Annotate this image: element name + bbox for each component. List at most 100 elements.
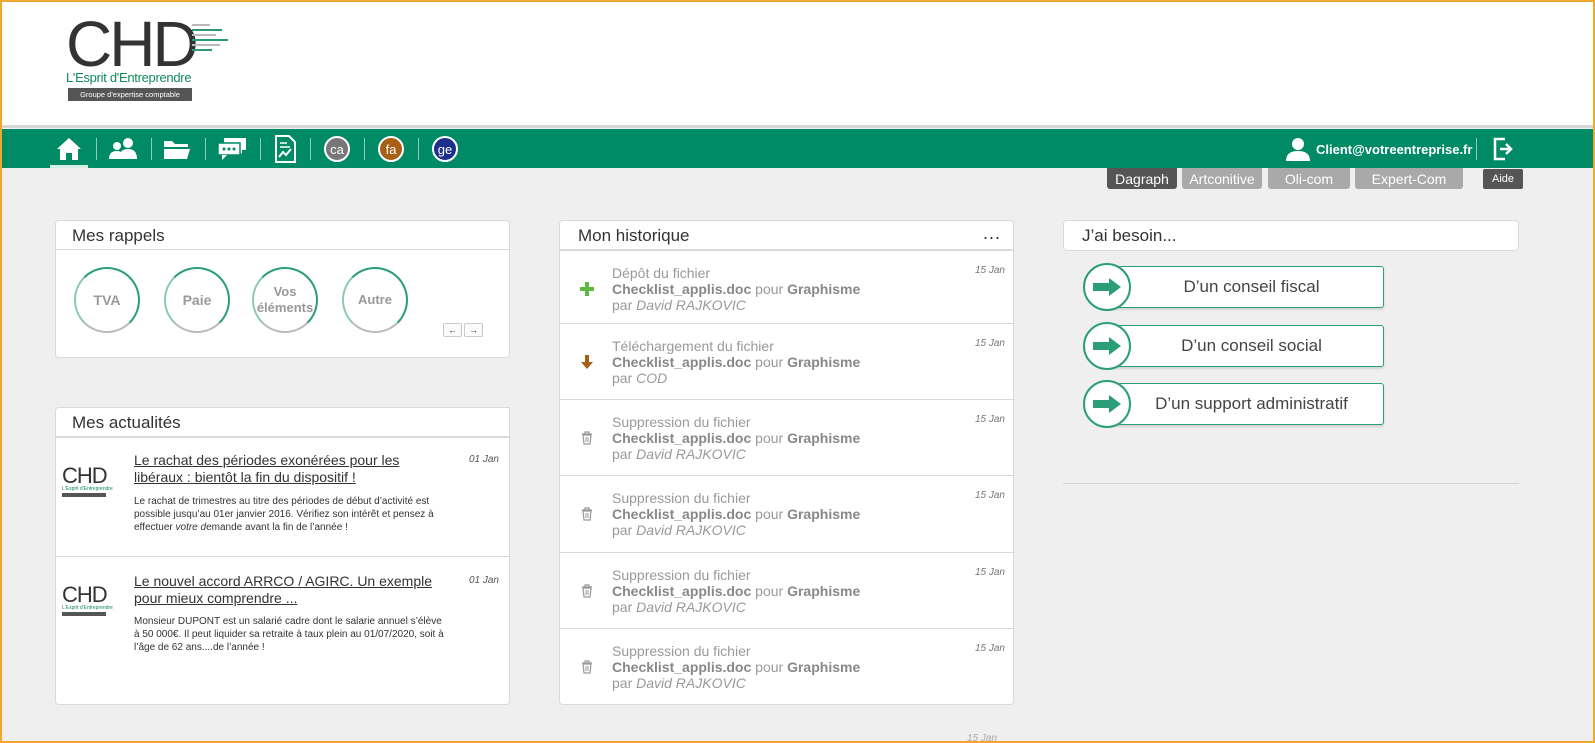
history-file-link[interactable]: Checklist_applis.doc (612, 430, 751, 446)
company-fa-button[interactable]: fa (376, 134, 406, 164)
chat-icon[interactable] (215, 134, 249, 164)
company-fa-label: fa (378, 136, 404, 162)
history-text: Téléchargement du fichier Checklist_appli… (612, 338, 860, 386)
company-ca-button[interactable]: ca (322, 134, 352, 164)
company-ca-label: ca (324, 136, 350, 162)
user-icon[interactable] (1284, 134, 1312, 164)
news-logo: CHD L'Esprit d'Entreprendre (62, 584, 118, 619)
conseil-social-label: D’un conseil social (1103, 325, 1384, 367)
history-row[interactable]: Téléchargement du fichier Checklist_appli… (560, 323, 1015, 399)
nav-separator (205, 138, 206, 160)
history-author: David RAJKOVIC (636, 599, 746, 615)
history-file-link[interactable]: Checklist_applis.doc (612, 354, 751, 370)
logo-lines-graphic (192, 24, 232, 64)
tab-oli-com[interactable]: Oli-com (1268, 168, 1350, 189)
news-item[interactable]: CHD L'Esprit d'Entreprendre Le nouvel ac… (56, 556, 511, 704)
history-word-pour: pour (755, 583, 784, 599)
news-title-link[interactable]: Le nouvel accord ARRCO / AGIRC. Un exemp… (134, 573, 444, 607)
conseil-fiscal-label: D’un conseil fiscal (1103, 266, 1384, 308)
history-author: David RAJKOVIC (636, 446, 746, 462)
users-icon[interactable] (106, 134, 140, 164)
actualites-panel: Mes actualités CHD L'Esprit d'Entreprend… (55, 407, 511, 705)
nav-separator (260, 138, 261, 160)
tab-artconitive[interactable]: Artconitive (1182, 168, 1262, 189)
history-date: 15 Jan (974, 265, 1005, 276)
history-row[interactable]: Suppression du fichier Checklist_applis.d… (560, 552, 1015, 628)
user-email-link[interactable]: Client@votreentreprise.fr (1316, 142, 1472, 157)
logo-letters: CHD (66, 8, 199, 80)
report-chart-icon[interactable] (270, 134, 300, 164)
history-date: 15 Jan (974, 338, 1005, 349)
logout-icon[interactable] (1490, 134, 1516, 164)
actualites-title: Mes actualités (56, 408, 509, 437)
history-action: Suppression du fichier (612, 643, 751, 659)
help-button[interactable]: Aide (1483, 169, 1523, 189)
history-file-link[interactable]: Checklist_applis.doc (612, 281, 751, 297)
news-title-link[interactable]: Le rachat des périodes exonérées pour le… (134, 452, 434, 486)
history-text: Suppression du fichier Checklist_applis.d… (612, 567, 860, 615)
history-row[interactable]: Dépôt du fichier Checklist_applis.doc pou… (560, 250, 1015, 323)
trash-icon (580, 584, 594, 598)
nav-separator (310, 138, 311, 160)
history-word-par: par (612, 675, 633, 691)
conseil-fiscal-button[interactable]: D’un conseil fiscal (1083, 263, 1384, 311)
history-author: David RAJKOVIC (636, 675, 746, 691)
support-administratif-label: D’un support administratif (1103, 383, 1384, 425)
history-target: Graphisme (787, 659, 861, 675)
news-date: 01 Jan (468, 454, 499, 465)
history-file-link[interactable]: Checklist_applis.doc (612, 659, 751, 675)
rappels-panel: Mes rappels TVA Paie Vos éléments Autre … (55, 220, 510, 358)
rappel-tva[interactable]: TVA (74, 267, 140, 333)
history-word-par: par (612, 446, 633, 462)
news-excerpt: Le rachat de trimestres au titre des pér… (134, 495, 464, 534)
arrow-right-icon (1083, 322, 1131, 370)
rappels-prev-button[interactable]: ← (443, 323, 462, 337)
support-administratif-button[interactable]: D’un support administratif (1083, 380, 1384, 428)
tab-dagraph[interactable]: Dagraph (1107, 168, 1177, 189)
company-ge-button[interactable]: ge (430, 134, 460, 164)
nav-separator (364, 138, 365, 160)
history-word-pour: pour (755, 506, 784, 522)
history-date: 15 Jan (974, 643, 1005, 654)
history-text: Suppression du fichier Checklist_applis.d… (612, 490, 860, 538)
history-word-pour: pour (755, 430, 784, 446)
download-arrow-icon (580, 355, 594, 369)
rappels-next-button[interactable]: → (464, 323, 483, 337)
history-file-link[interactable]: Checklist_applis.doc (612, 506, 751, 522)
history-date: 15 Jan (974, 414, 1005, 425)
history-target: Graphisme (787, 354, 861, 370)
folder-icon[interactable] (160, 134, 194, 164)
news-excerpt-emphasis: votre d (175, 522, 207, 533)
history-row[interactable]: Suppression du fichier Checklist_applis.d… (560, 399, 1015, 475)
rappel-autre[interactable]: Autre (342, 267, 408, 333)
history-action: Dépôt du fichier (612, 265, 711, 281)
history-target: Graphisme (787, 506, 861, 522)
news-item[interactable]: CHD L'Esprit d'Entreprendre Le rachat de… (56, 437, 511, 556)
history-row[interactable]: Suppression du fichier Checklist_applis.d… (560, 475, 1015, 552)
history-word-par: par (612, 522, 633, 538)
tab-expert-com[interactable]: Expert-Com (1355, 168, 1463, 189)
chd-logo[interactable]: CHD L'Esprit d'Entreprendre Groupe d'exp… (66, 8, 236, 106)
history-action: Téléchargement du fichier (612, 338, 774, 354)
section-divider (1063, 483, 1519, 484)
history-next-date: 15 Jan (967, 733, 998, 743)
history-text: Dépôt du fichier Checklist_applis.doc pou… (612, 265, 860, 313)
news-excerpt: Monsieur DUPONT est un salarié cadre don… (134, 616, 444, 653)
history-row[interactable]: Suppression du fichier Checklist_applis.d… (560, 628, 1015, 705)
more-options-button[interactable]: ... (983, 223, 1001, 244)
rappel-paie[interactable]: Paie (164, 267, 230, 333)
home-icon[interactable] (52, 134, 86, 164)
history-author: COD (636, 370, 668, 386)
history-file-link[interactable]: Checklist_applis.doc (612, 583, 751, 599)
conseil-social-button[interactable]: D’un conseil social (1083, 322, 1384, 370)
besoin-title: J’ai besoin... (1082, 226, 1177, 245)
history-word-pour: pour (755, 281, 784, 297)
company-ge-label: ge (432, 136, 458, 162)
historique-panel: Mon historique ... Dépôt du fichier Check… (559, 220, 1015, 705)
active-indicator (50, 165, 88, 168)
main-navbar: ca fa ge Client@votreentreprise.fr (2, 129, 1593, 168)
logo-tagline: L'Esprit d'Entreprendre (66, 70, 192, 85)
historique-title: Mon historique (560, 221, 1013, 250)
rappel-vos-elements[interactable]: Vos éléments (252, 267, 318, 333)
trash-icon (580, 431, 594, 445)
